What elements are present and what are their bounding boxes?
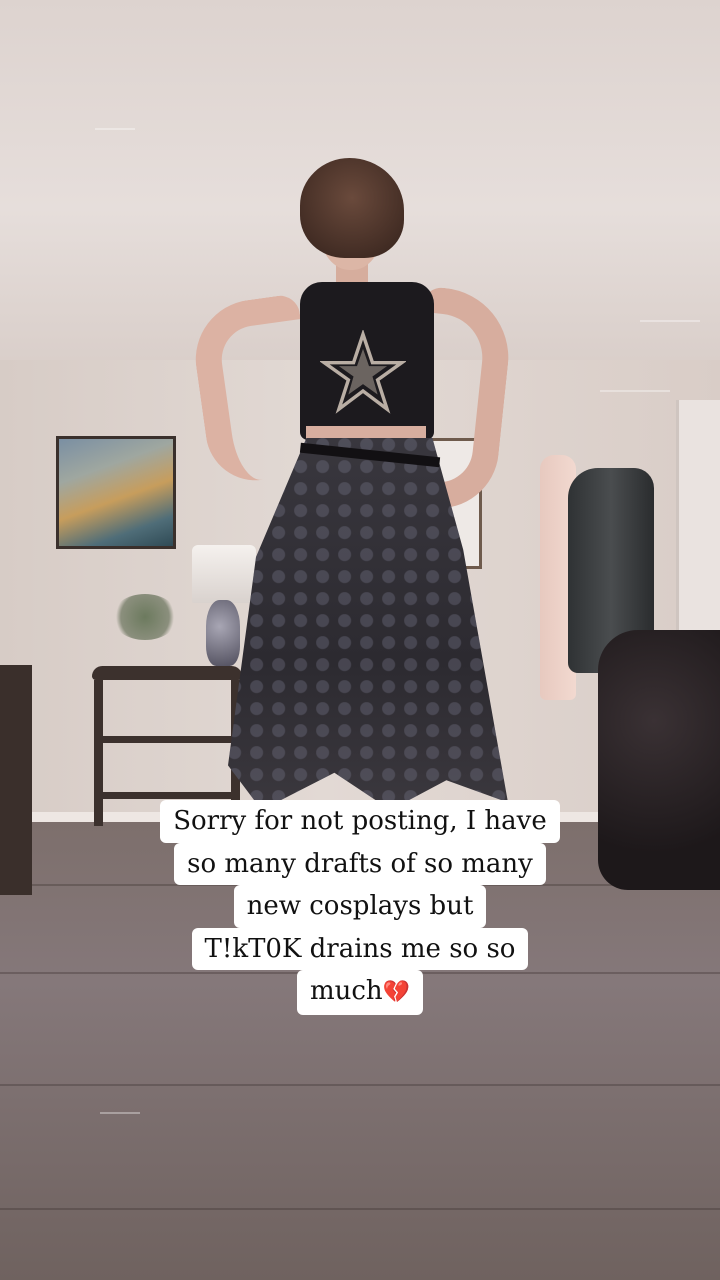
video-frame[interactable]: Sorry for not posting, I have so many dr… [0, 0, 720, 1280]
caption-line: much💔 [296, 970, 424, 1015]
caption-line: Sorry for not posting, I have [160, 800, 560, 843]
plant-decor [112, 594, 178, 640]
broken-heart-icon: 💔 [382, 980, 411, 1005]
caption-overlay: Sorry for not posting, I have so many dr… [0, 800, 720, 1015]
caption-line: new cosplays but [233, 885, 487, 928]
light-streak [640, 320, 700, 322]
door [676, 400, 720, 630]
light-streak [95, 128, 135, 130]
star-print-icon [320, 330, 406, 414]
light-streak [100, 1112, 140, 1114]
lamp-shade [192, 545, 256, 603]
landscape-painting [56, 436, 176, 549]
lamp-base [206, 600, 240, 666]
caption-text: much [309, 976, 383, 1006]
person-hair [300, 158, 404, 258]
caption-line: T!kT0K drains me so so [191, 927, 529, 970]
caption-line: so many drafts of so many [174, 842, 546, 885]
light-streak [600, 390, 670, 392]
